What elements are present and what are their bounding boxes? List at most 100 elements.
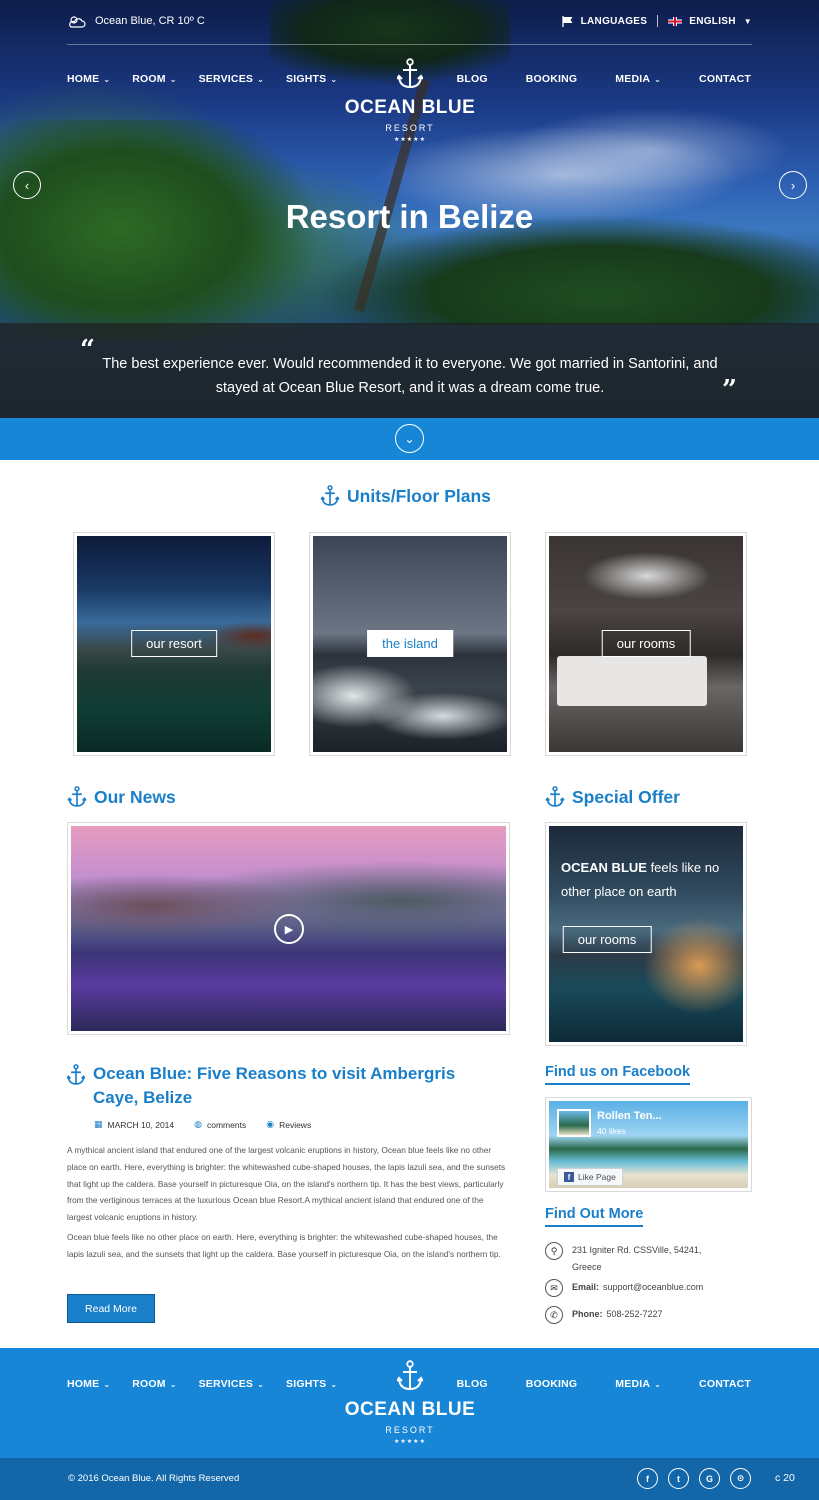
- google-icon[interactable]: G: [699, 1468, 720, 1489]
- eye-icon: ◉: [266, 1119, 275, 1129]
- facebook-widget[interactable]: Rollen Ten... 40 likes f Like Page: [545, 1097, 752, 1192]
- footer-nav-booking[interactable]: BOOKING: [526, 1378, 578, 1390]
- slider-prev-button[interactable]: ‹: [13, 171, 41, 199]
- footer: HOME ⌄ ROOM ⌄ SERVICES ⌄ SIGHTS ⌄ BLOG BOOKI…: [0, 1348, 819, 1458]
- offer-brand: OCEAN BLUE: [561, 860, 647, 875]
- contact-phone: ✆ Phone: 508-252-7227: [545, 1306, 663, 1324]
- chevron-down-icon: ⌄: [257, 74, 265, 84]
- post-title[interactable]: Ocean Blue: Five Reasons to visit Amberg…: [67, 1062, 487, 1110]
- chevron-left-icon: ‹: [24, 177, 30, 193]
- unit-card-rooms[interactable]: our rooms: [545, 532, 747, 756]
- post-title-text: Ocean Blue: Five Reasons to visit Amberg…: [93, 1064, 456, 1107]
- anchor-icon: [67, 1064, 85, 1085]
- quote-close-icon: ”: [722, 375, 737, 405]
- caret-down-icon[interactable]: ▼: [744, 17, 752, 26]
- phone-icon: ✆: [545, 1306, 563, 1324]
- bed-shape: [557, 656, 707, 706]
- footer-nav-contact[interactable]: CONTACT: [699, 1378, 751, 1390]
- reviews-text: Reviews: [279, 1119, 312, 1130]
- facebook-icon[interactable]: f: [637, 1468, 658, 1489]
- scroll-down-button[interactable]: ⌄: [395, 424, 424, 453]
- section-title-text: Our News: [94, 786, 176, 807]
- map-pin-icon: ⚲: [545, 1242, 563, 1260]
- rss-icon[interactable]: ⊙: [730, 1468, 751, 1489]
- news-section-title: Our News: [67, 786, 176, 808]
- testimonial-text: The best experience ever. Would recommen…: [102, 356, 718, 396]
- languages-link[interactable]: LANGUAGES: [581, 16, 648, 27]
- nav-label: ROOM: [132, 1378, 166, 1390]
- nav-item-contact[interactable]: CONTACT: [699, 73, 751, 85]
- unit-card-resort[interactable]: our resort: [73, 532, 275, 756]
- contact-address: ⚲ 231 Igniter Rd. CSSVille, 54241, Greec…: [545, 1242, 725, 1276]
- facebook-likes: 40 likes: [597, 1126, 626, 1136]
- testimonial-band: “ The best experience ever. Would recomm…: [0, 323, 819, 418]
- email-link[interactable]: support@oceanblue.com: [603, 1279, 703, 1297]
- rooms-image: our rooms: [549, 536, 743, 752]
- anchor-icon: [396, 58, 424, 89]
- nav-label: HOME: [67, 73, 100, 85]
- facebook-page-thumbnail[interactable]: [557, 1109, 591, 1137]
- chevron-down-icon: ⌄: [103, 1379, 111, 1389]
- chevron-down-icon: ⌄: [654, 1379, 662, 1389]
- chevron-down-icon: ⌄: [404, 431, 415, 446]
- facebook-icon: f: [564, 1172, 574, 1182]
- top-bar: Ocean Blue, CR 10º C LANGUAGES ENGLISH ▼: [67, 0, 752, 45]
- nav-item-services[interactable]: SERVICES ⌄: [199, 73, 264, 85]
- anchor-icon: [67, 786, 87, 807]
- contact-heading: Find Out More: [545, 1206, 644, 1227]
- footer-logo[interactable]: OCEAN BLUE RESORT ★★★★★: [330, 1360, 490, 1445]
- nav-label: ROOM: [132, 73, 166, 85]
- island-image: the island: [313, 536, 507, 752]
- facebook-heading: Find us on Facebook: [545, 1064, 691, 1085]
- special-offer-card[interactable]: OCEAN BLUE feels like no other place on …: [545, 822, 747, 1046]
- play-button[interactable]: ▶: [274, 914, 304, 944]
- nav-label: BOOKING: [525, 1378, 578, 1390]
- envelope-icon: ✉: [545, 1279, 563, 1297]
- footer-nav-home[interactable]: HOME ⌄: [67, 1378, 110, 1390]
- anchor-icon: [396, 1360, 424, 1391]
- post-paragraph-2: Ocean blue feels like no other place on …: [67, 1232, 501, 1259]
- facebook-page-name[interactable]: Rollen Ten...: [597, 1110, 662, 1122]
- phone-number[interactable]: 508-252-7227: [607, 1306, 663, 1324]
- logo-stars: ★★★★★: [394, 137, 426, 143]
- offer-text: OCEAN BLUE feels like no other place on …: [561, 856, 736, 904]
- twitter-icon[interactable]: t: [668, 1468, 689, 1489]
- nav-label: SIGHTS: [286, 73, 327, 85]
- language-select[interactable]: ENGLISH: [689, 16, 736, 27]
- nav-item-media[interactable]: MEDIA ⌄: [615, 73, 661, 85]
- logo-name: OCEAN BLUE: [344, 97, 476, 118]
- calendar-icon: ▦: [94, 1119, 103, 1129]
- footer-nav-room[interactable]: ROOM ⌄: [132, 1378, 176, 1390]
- logo-sub: RESORT: [385, 123, 435, 133]
- news-video-card[interactable]: ▶: [67, 822, 510, 1035]
- nav-item-home[interactable]: HOME ⌄: [67, 73, 110, 85]
- weather-cloud-icon: [69, 16, 86, 28]
- nav-label: BOOKING: [525, 73, 578, 85]
- post-date: ▦ MARCH 10, 2014: [94, 1119, 174, 1130]
- post-comments-link[interactable]: ◍ comments: [194, 1119, 246, 1130]
- flag-icon: [561, 15, 573, 27]
- nav-label: SERVICES: [198, 1378, 254, 1390]
- nav-item-booking[interactable]: BOOKING: [526, 73, 578, 85]
- post-date-text: MARCH 10, 2014: [107, 1119, 175, 1130]
- unit-card-island[interactable]: the island: [309, 532, 511, 756]
- offer-button[interactable]: our rooms: [562, 926, 652, 953]
- post-reviews-link[interactable]: ◉ Reviews: [266, 1119, 311, 1130]
- footer-nav-services[interactable]: SERVICES ⌄: [199, 1378, 264, 1390]
- nav-label: SIGHTS: [286, 1378, 327, 1390]
- weather-widget: Ocean Blue, CR 10º C: [67, 14, 205, 28]
- facebook-like-button[interactable]: f Like Page: [557, 1168, 623, 1186]
- facebook-cover: Rollen Ten... 40 likes f Like Page: [549, 1101, 748, 1188]
- nav-label: CONTACT: [699, 73, 751, 85]
- logo-name: OCEAN BLUE: [344, 1399, 476, 1420]
- hero-title: Resort in Belize: [285, 198, 534, 235]
- hero-section: Ocean Blue, CR 10º C LANGUAGES ENGLISH ▼…: [0, 0, 819, 418]
- slider-next-button[interactable]: ›: [779, 171, 807, 199]
- site-logo[interactable]: OCEAN BLUE RESORT ★★★★★: [330, 58, 490, 143]
- footer-nav-media[interactable]: MEDIA ⌄: [615, 1378, 661, 1390]
- offer-image: OCEAN BLUE feels like no other place on …: [549, 826, 743, 1042]
- nav-item-room[interactable]: ROOM ⌄: [132, 73, 176, 85]
- footer-code: c 20: [775, 1472, 795, 1484]
- address-text: 231 Igniter Rd. CSSVille, 54241, Greece: [572, 1245, 702, 1272]
- read-more-button[interactable]: Read More: [67, 1294, 155, 1323]
